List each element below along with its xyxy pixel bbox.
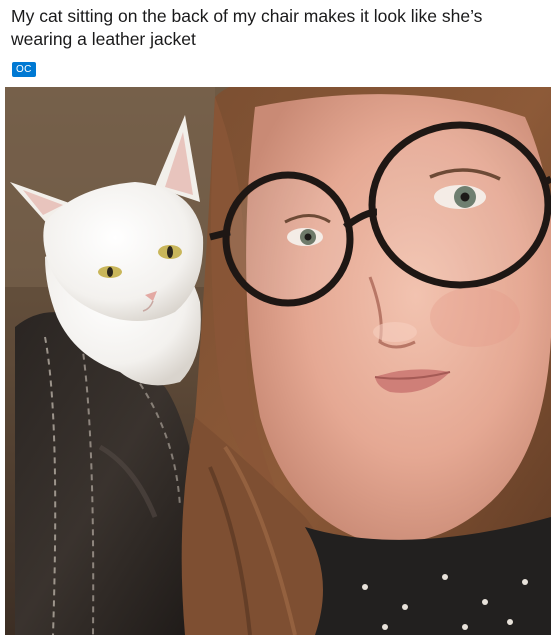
selfie-photo (5, 87, 551, 635)
post-image[interactable] (5, 87, 551, 635)
oc-flair-badge[interactable]: OC (12, 62, 36, 77)
post-title[interactable]: My cat sitting on the back of my chair m… (11, 5, 547, 51)
post-card: My cat sitting on the back of my chair m… (0, 0, 556, 639)
